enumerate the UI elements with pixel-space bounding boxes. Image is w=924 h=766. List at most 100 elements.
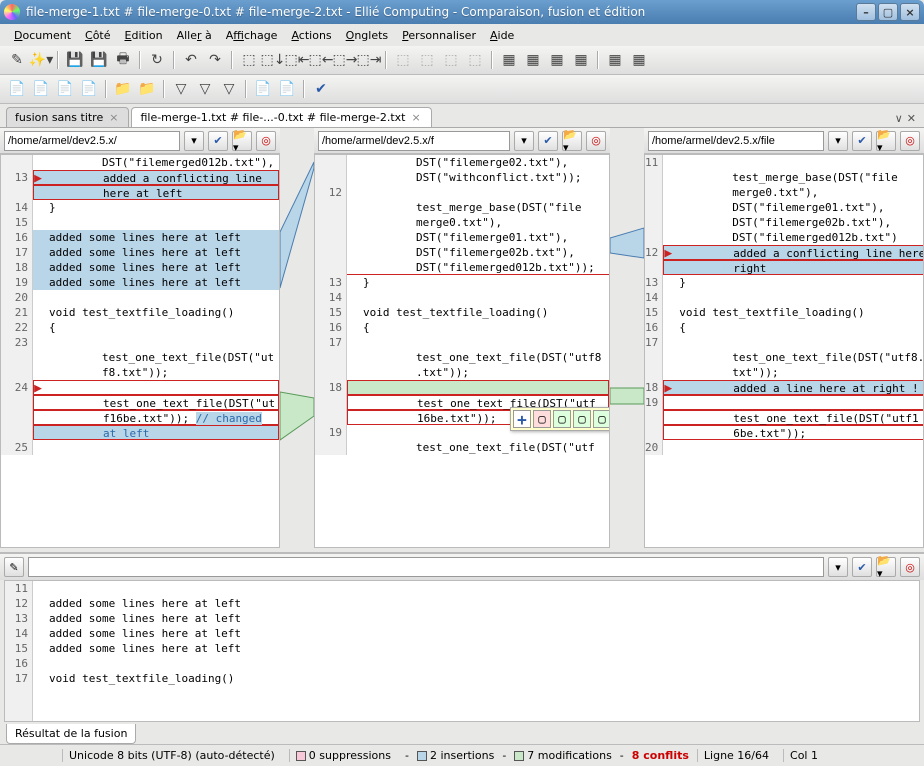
menu-bar: Document Côté Edition Aller à Affichage …: [0, 24, 924, 46]
diff-prev-button[interactable]: ⬚←: [310, 49, 332, 71]
merge4-button[interactable]: ⬚: [464, 49, 486, 71]
tab-untitled-merge[interactable]: fusion sans titre ×: [6, 107, 129, 127]
tab-label: file-merge-1.txt # file-...-0.txt # file…: [140, 111, 405, 124]
tab-file-merge[interactable]: file-merge-1.txt # file-...-0.txt # file…: [131, 107, 431, 127]
middle-browse-button[interactable]: 📂▾: [562, 131, 582, 151]
result-browse-button[interactable]: 📂▾: [876, 557, 896, 577]
merge1-button[interactable]: ⬚: [392, 49, 414, 71]
menu-document[interactable]: Document: [8, 27, 77, 44]
f3-button[interactable]: 📄: [54, 78, 76, 100]
left-dropdown-button[interactable]: ▾: [184, 131, 204, 151]
wand-button[interactable]: ✨▾: [30, 49, 52, 71]
middle-apply-button[interactable]: ✔: [538, 131, 558, 151]
menu-aide[interactable]: Aide: [484, 27, 520, 44]
save-all-button[interactable]: 💾: [88, 49, 110, 71]
f1-button[interactable]: 📄: [6, 78, 28, 100]
close-button[interactable]: ×: [900, 3, 920, 21]
right-editor[interactable]: 11 12▶ 1314151617 18▶ 19 20 test_merge_b…: [644, 154, 924, 548]
new-button[interactable]: ✎: [6, 49, 28, 71]
line-number: 13▶: [1, 170, 28, 185]
grid5-button[interactable]: ▦: [604, 49, 626, 71]
right-browse-button[interactable]: 📂▾: [876, 131, 896, 151]
status-suppressions: 0 suppressions: [289, 749, 397, 762]
filter-button[interactable]: ▽: [170, 78, 192, 100]
folder2-button[interactable]: 📁: [136, 78, 158, 100]
result-tab[interactable]: Résultat de la fusion: [6, 724, 136, 744]
filter4-button[interactable]: 📄: [252, 78, 274, 100]
middle-target-button[interactable]: ◎: [586, 131, 606, 151]
middle-editor[interactable]: 12 1314151617 18 19 DST("filemerge02.txt…: [314, 154, 610, 548]
diff-left-button[interactable]: ⬚: [238, 49, 260, 71]
middle-dropdown-button[interactable]: ▾: [514, 131, 534, 151]
filter2-button[interactable]: ▽: [194, 78, 216, 100]
right-path-input[interactable]: [648, 131, 824, 151]
grid1-button[interactable]: ▦: [498, 49, 520, 71]
code-line: void test_textfile_loading(): [663, 305, 924, 320]
menu-affichage[interactable]: Affichage: [220, 27, 284, 44]
code-line: [33, 440, 279, 455]
merge-op4-button[interactable]: ▢: [593, 410, 610, 428]
filter5-button[interactable]: 📄: [276, 78, 298, 100]
f2-button[interactable]: 📄: [30, 78, 52, 100]
code-line: test_merge_base(DST("file: [347, 200, 609, 215]
left-editor[interactable]: 13▶ 14151617181920212223 24▶ 25 DST("fil…: [0, 154, 280, 548]
tabs-dropdown-icon[interactable]: ∨: [895, 112, 903, 125]
code-line: [663, 290, 924, 305]
left-apply-button[interactable]: ✔: [208, 131, 228, 151]
menu-aller[interactable]: Aller à: [171, 27, 218, 44]
result-edit-button[interactable]: ✎: [4, 557, 24, 577]
left-target-button[interactable]: ◎: [256, 131, 276, 151]
window-title: file-merge-1.txt # file-merge-0.txt # fi…: [26, 5, 854, 19]
merge-op3-button[interactable]: ▢: [573, 410, 591, 428]
redo-button[interactable]: ↷: [204, 49, 226, 71]
menu-edition[interactable]: Edition: [119, 27, 169, 44]
menu-personnaliser[interactable]: Personnaliser: [396, 27, 482, 44]
code-line: added some lines here at left: [33, 641, 919, 656]
grid2-button[interactable]: ▦: [522, 49, 544, 71]
code-line: [347, 185, 609, 200]
menu-onglets[interactable]: Onglets: [340, 27, 395, 44]
right-apply-button[interactable]: ✔: [852, 131, 872, 151]
tab-close-icon[interactable]: ×: [409, 111, 422, 124]
undo-button[interactable]: ↶: [180, 49, 202, 71]
grid3-button[interactable]: ▦: [546, 49, 568, 71]
menu-cote[interactable]: Côté: [79, 27, 117, 44]
merge2-button[interactable]: ⬚: [416, 49, 438, 71]
tabs-close-icon[interactable]: ✕: [907, 112, 916, 125]
left-browse-button[interactable]: 📂▾: [232, 131, 252, 151]
diff-first-button[interactable]: ⬚⇤: [286, 49, 308, 71]
result-path-input[interactable]: [28, 557, 824, 577]
check-button[interactable]: ✔: [310, 78, 332, 100]
diff-last-button[interactable]: ⬚⇥: [358, 49, 380, 71]
result-apply-button[interactable]: ✔: [852, 557, 872, 577]
filter3-button[interactable]: ▽: [218, 78, 240, 100]
tab-close-icon[interactable]: ×: [107, 111, 120, 124]
result-target-button[interactable]: ◎: [900, 557, 920, 577]
merge-add-button[interactable]: +: [513, 410, 531, 428]
diff-next-button[interactable]: ⬚↓: [262, 49, 284, 71]
merge-op1-button[interactable]: ▢: [533, 410, 551, 428]
merge-op2-button[interactable]: ▢: [553, 410, 571, 428]
menu-actions[interactable]: Actions: [285, 27, 337, 44]
maximize-button[interactable]: ▢: [878, 3, 898, 21]
result-editor[interactable]: 11121314151617 added some lines here at …: [4, 580, 920, 722]
right-target-button[interactable]: ◎: [900, 131, 920, 151]
grid4-button[interactable]: ▦: [570, 49, 592, 71]
result-dropdown-button[interactable]: ▾: [828, 557, 848, 577]
code-line: [33, 290, 279, 305]
right-dropdown-button[interactable]: ▾: [828, 131, 848, 151]
merge3-button[interactable]: ⬚: [440, 49, 462, 71]
minimize-button[interactable]: –: [856, 3, 876, 21]
code-line: }: [33, 200, 279, 215]
grid6-button[interactable]: ▦: [628, 49, 650, 71]
f4-button[interactable]: 📄: [78, 78, 100, 100]
print-button[interactable]: 🖶: [112, 49, 134, 71]
save-button[interactable]: 💾: [64, 49, 86, 71]
left-path-input[interactable]: [4, 131, 180, 151]
refresh-button[interactable]: ↻: [146, 49, 168, 71]
folder-button[interactable]: 📁: [112, 78, 134, 100]
code-line: [33, 656, 919, 671]
code-line: [663, 395, 924, 410]
middle-path-input[interactable]: [318, 131, 510, 151]
diff-nextb-button[interactable]: ⬚→: [334, 49, 356, 71]
